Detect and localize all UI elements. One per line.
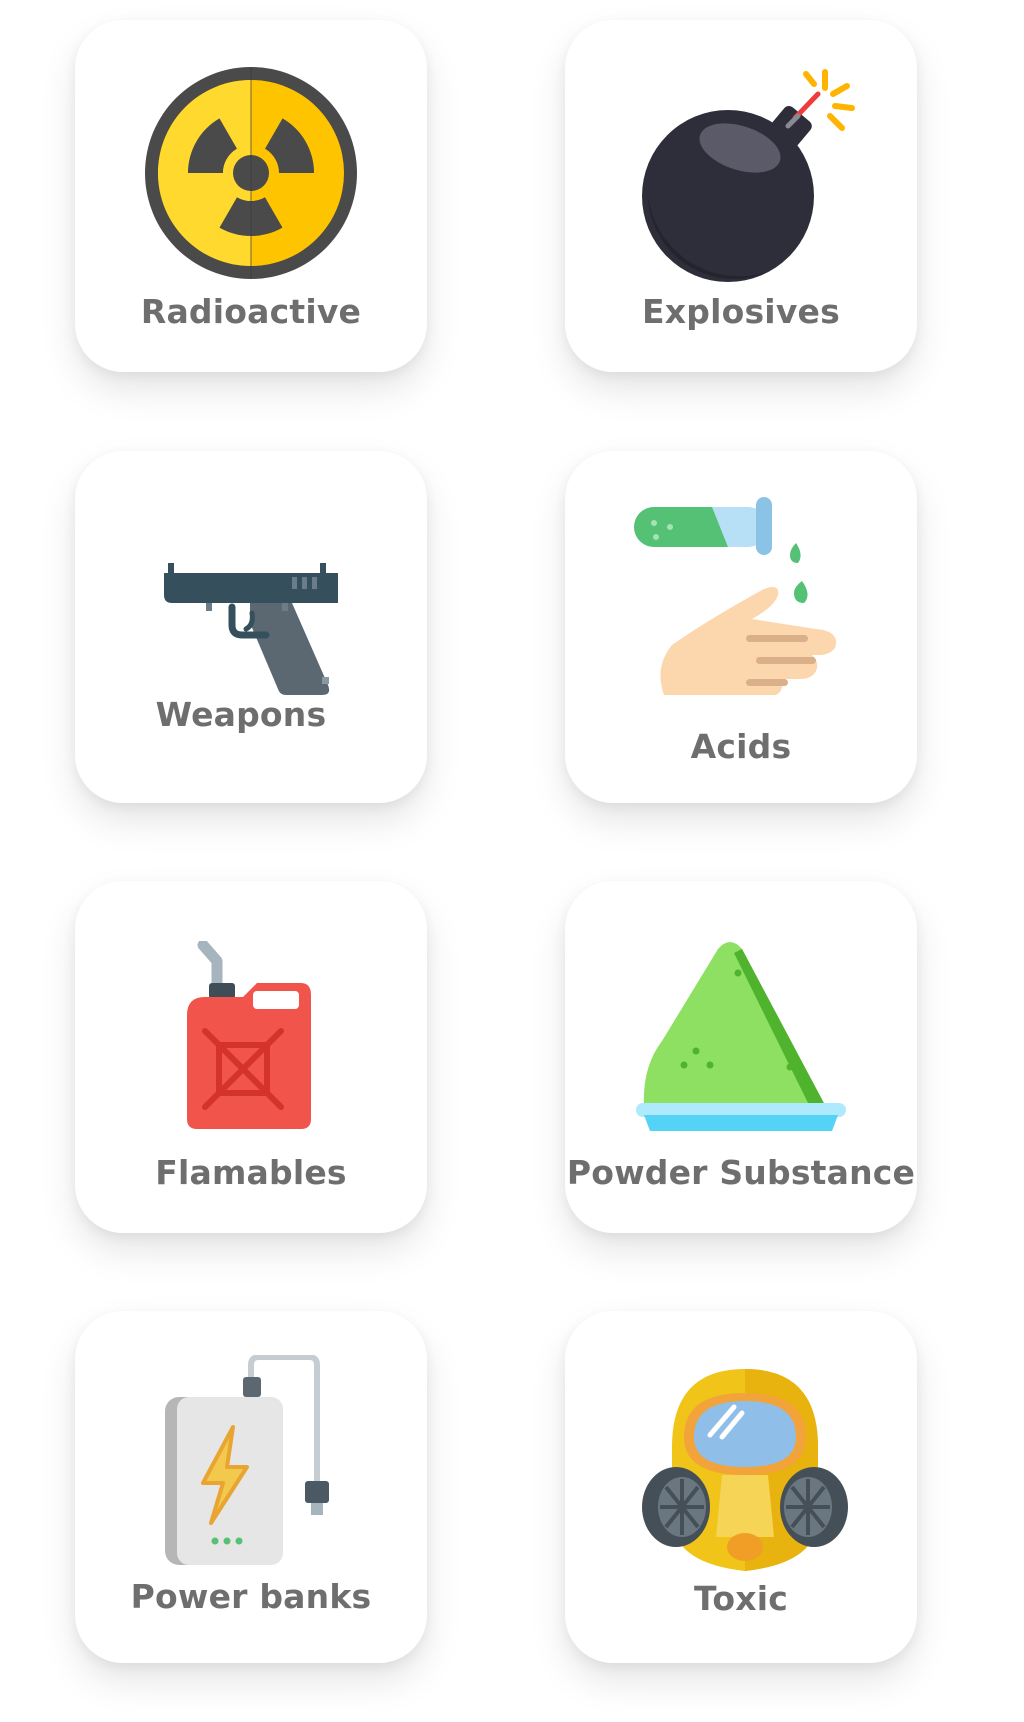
category-card-acids[interactable]: Acids (565, 451, 917, 803)
category-label: Radioactive (140, 292, 362, 331)
bomb-icon (642, 69, 855, 282)
gun-icon (164, 563, 338, 695)
acid-icon (634, 497, 837, 695)
power-bank-icon (165, 1355, 329, 1565)
powder-pile-icon (636, 942, 846, 1131)
category-label: Toxic (694, 1579, 788, 1618)
category-label: Powder Substance (566, 1153, 916, 1192)
category-card-explosives[interactable]: Explosives (565, 20, 917, 372)
category-label: Flamables (155, 1153, 347, 1192)
category-card-powder-substance[interactable]: Powder Substance (565, 881, 917, 1233)
category-card-power-banks[interactable]: Power banks (75, 1311, 427, 1663)
gas-mask-icon (642, 1369, 848, 1571)
category-label: Acids (690, 727, 792, 766)
fuel-canister-icon (187, 941, 311, 1129)
category-label: Power banks (130, 1577, 372, 1616)
radioactive-icon (145, 67, 357, 279)
category-card-radioactive[interactable]: Radioactive (75, 20, 427, 372)
category-card-weapons[interactable]: Weapons (75, 451, 427, 803)
category-card-flamables[interactable]: Flamables (75, 881, 427, 1233)
category-label: Weapons (155, 695, 327, 734)
category-card-toxic[interactable]: Toxic (565, 1311, 917, 1663)
category-label: Explosives (642, 292, 840, 331)
